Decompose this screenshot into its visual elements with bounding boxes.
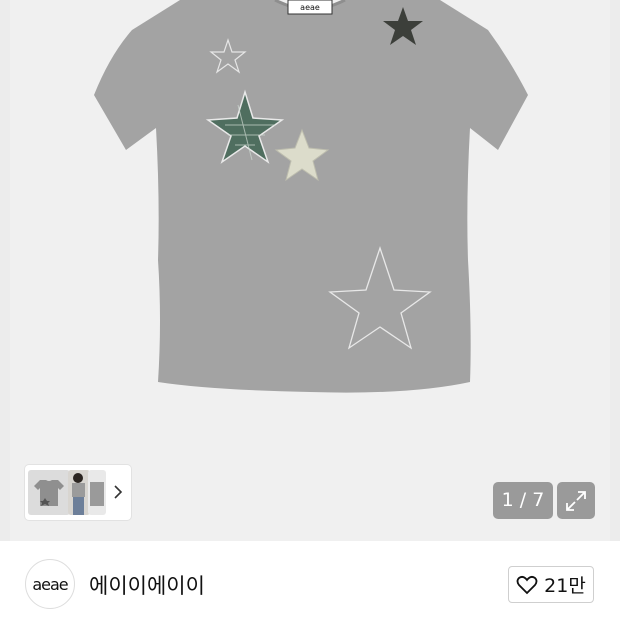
expand-icon (566, 491, 586, 511)
like-button[interactable]: 21만 (508, 566, 594, 603)
product-image-gallery[interactable]: aeae 1 / 7 (0, 0, 620, 541)
shirt-logo-label: aeae (300, 3, 320, 12)
t-shirt-illustration: aeae (94, 0, 528, 393)
like-count: 21만 (544, 575, 586, 597)
heart-outline-icon (516, 575, 538, 594)
t-shirt-body (94, 0, 528, 393)
thumbnail-2[interactable] (68, 470, 90, 515)
brand-logo-text: aeae (32, 574, 68, 594)
thumbnail-model-icon (68, 470, 90, 515)
thumbnail-shirt-icon (34, 480, 64, 506)
thumbnail-3[interactable] (88, 470, 106, 515)
thumbnail-1[interactable] (28, 470, 70, 515)
product-photo[interactable]: aeae (10, 0, 610, 541)
chevron-right-icon[interactable] (111, 483, 125, 501)
brand-name[interactable]: 에이이에이이 (89, 570, 205, 600)
brand-logo[interactable]: aeae (25, 559, 75, 609)
thumbnail-strip (25, 465, 131, 520)
expand-button[interactable] (557, 482, 595, 519)
brand-bar: aeae 에이이에이이 21만 (0, 541, 620, 620)
thumbnail-shirt-back-icon (90, 482, 104, 506)
image-counter: 1 / 7 (493, 482, 553, 519)
